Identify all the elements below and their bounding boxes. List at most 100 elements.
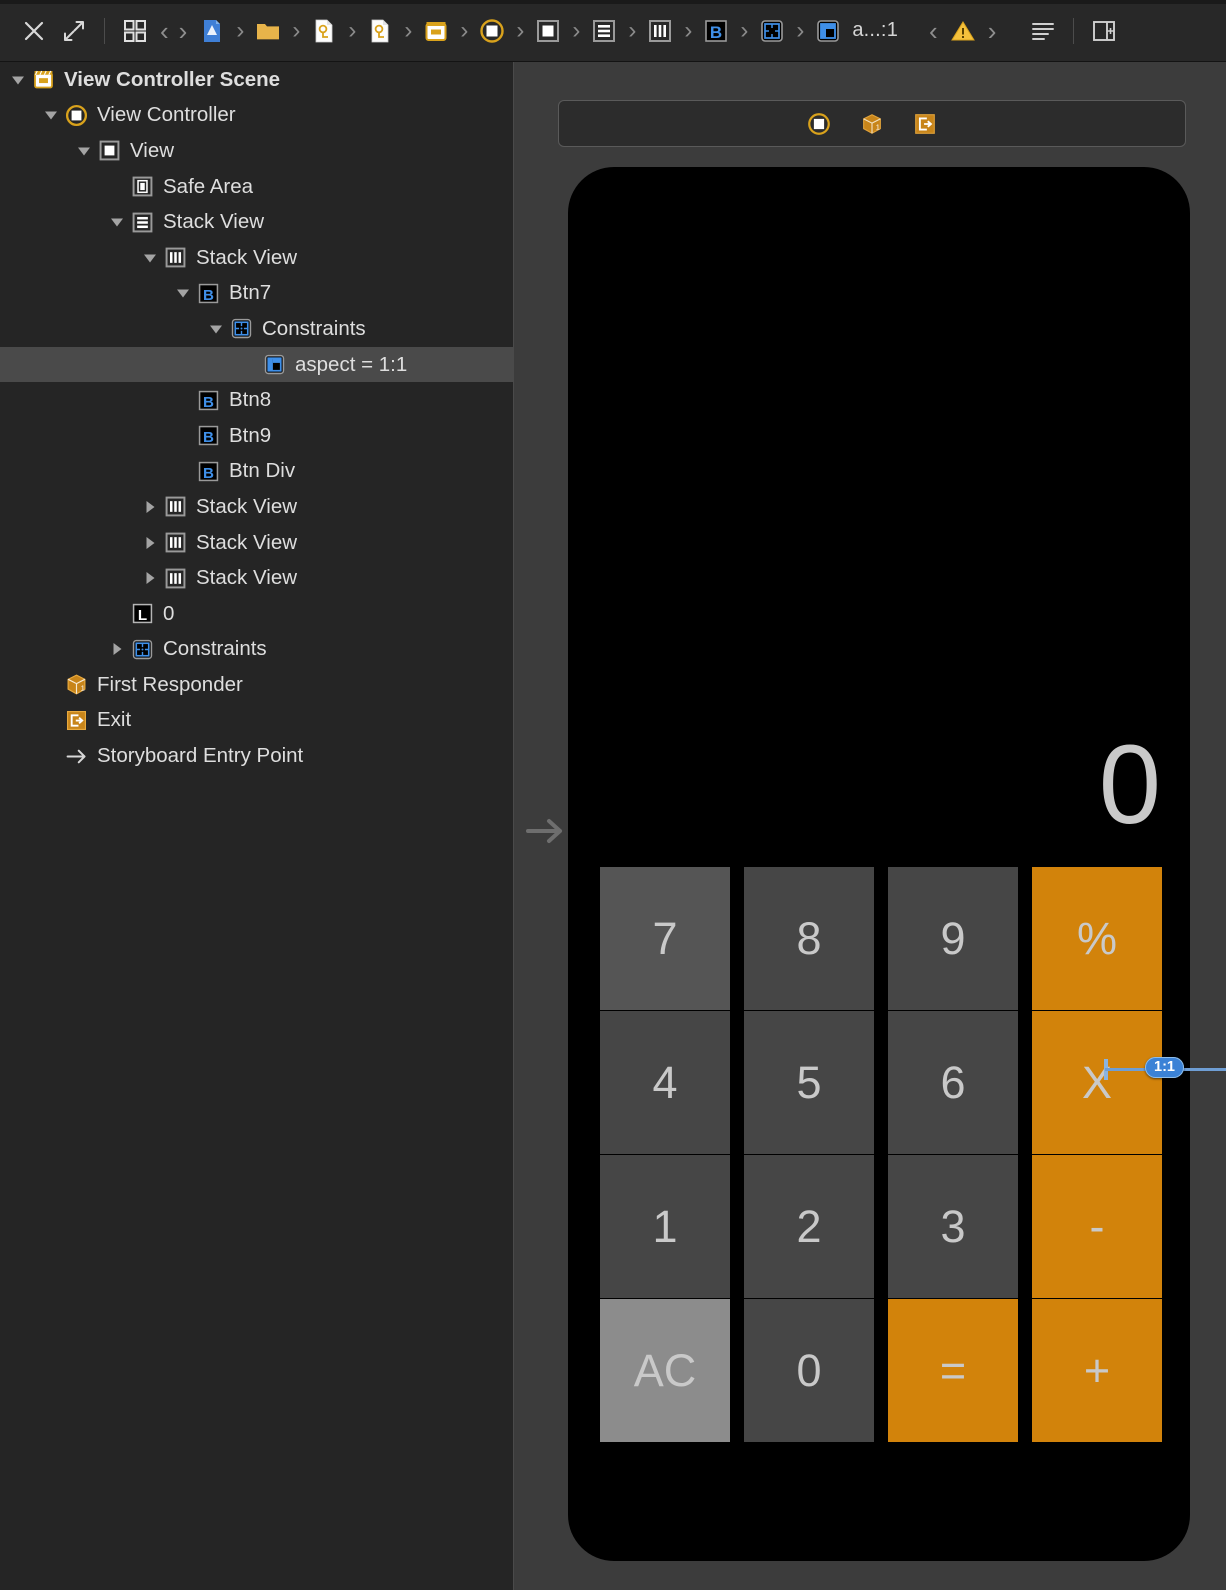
constraints-icon[interactable] — [752, 11, 792, 51]
button-icon: B — [196, 459, 221, 484]
disclosure-triangle-icon[interactable] — [140, 248, 160, 268]
outline-row[interactable]: Stack View — [0, 560, 513, 596]
outline-row[interactable]: View Controller Scene — [0, 62, 513, 98]
outline-row[interactable]: Safe Area — [0, 169, 513, 205]
calculator-key[interactable]: X — [1032, 1011, 1162, 1154]
disclosure-triangle-icon[interactable] — [41, 105, 61, 125]
issue-prev-button[interactable]: ‹ — [924, 18, 943, 44]
folder-icon[interactable] — [248, 11, 288, 51]
jump-bar-toolbar: ‹ › › › › › › › › › › B › › a...:1 ‹ › — [0, 0, 1226, 62]
device-preview[interactable]: 0 7 8 9% 4 5 6 X 1 2 3- AC 0 = + — [568, 167, 1190, 1561]
outline-row[interactable]: Stack View — [0, 489, 513, 525]
expand-icon[interactable] — [54, 11, 94, 51]
outline-row-label: aspect = 1:1 — [295, 352, 408, 376]
outline-row[interactable]: aspect = 1:1 — [0, 346, 513, 383]
calculator-key[interactable]: 7 — [600, 867, 730, 1010]
svg-text:B: B — [203, 287, 214, 304]
outline-row[interactable]: Constraints — [0, 632, 513, 668]
calculator-key[interactable]: = — [888, 1299, 1018, 1442]
outline-row-label: Stack View — [196, 245, 298, 269]
outline-row[interactable]: L0 — [0, 596, 513, 632]
outline-row[interactable]: Exit — [0, 703, 513, 739]
calculator-key[interactable]: AC — [600, 1299, 730, 1442]
storyboard-file-icon-2[interactable] — [360, 11, 400, 51]
outline-row[interactable]: View — [0, 133, 513, 169]
button-icon: B — [196, 423, 221, 448]
jump-bar-back-button[interactable]: ‹ — [155, 18, 174, 44]
view-icon[interactable] — [528, 11, 568, 51]
outline-row-label: View — [130, 138, 175, 162]
calculator-key[interactable]: 2 — [744, 1155, 874, 1298]
calculator-key[interactable]: - — [1032, 1155, 1162, 1298]
calculator-key[interactable]: 5 — [744, 1011, 874, 1154]
disclosure-triangle-icon[interactable] — [140, 533, 160, 553]
outline-row-label: Btn8 — [229, 388, 272, 412]
disclosure-triangle-icon[interactable] — [140, 497, 160, 517]
calculator-key[interactable]: 4 — [600, 1011, 730, 1154]
outline-row[interactable]: Stack View — [0, 525, 513, 561]
close-icon[interactable] — [14, 11, 54, 51]
exit-icon[interactable] — [912, 111, 938, 137]
disclosure-triangle-icon[interactable] — [107, 639, 127, 659]
scene-dock-bar[interactable]: 1 — [558, 100, 1186, 147]
stack-horizontal-icon — [163, 245, 188, 270]
constraints-icon — [229, 316, 254, 341]
outline-row-label: Btn9 — [229, 423, 272, 447]
stack-horizontal-icon — [163, 566, 188, 591]
calculator-key[interactable]: + — [1032, 1299, 1162, 1442]
view-controller-icon[interactable] — [472, 11, 512, 51]
scene-icon[interactable] — [416, 11, 456, 51]
keypad-row: 7 8 9% — [600, 867, 1162, 1010]
calculator-key[interactable]: 8 — [744, 867, 874, 1010]
disclosure-triangle-icon[interactable] — [74, 141, 94, 161]
disclosure-triangle-icon[interactable] — [107, 212, 127, 232]
svg-text:L: L — [138, 607, 147, 624]
safe-area-icon — [130, 174, 155, 199]
jump-bar-sep-10: › — [740, 16, 749, 44]
calculator-key[interactable]: % — [1032, 867, 1162, 1010]
jump-bar-sep-3: › — [348, 16, 357, 44]
calculator-key[interactable]: 0 — [744, 1299, 874, 1442]
outline-row-label: 0 — [163, 601, 175, 625]
document-outline-panel[interactable]: View Controller Scene View Controller View… — [0, 62, 513, 1590]
outline-row[interactable]: View Controller — [0, 98, 513, 134]
outline-row[interactable]: 1 First Responder — [0, 667, 513, 703]
button-icon[interactable]: B — [696, 11, 736, 51]
editor-options-icon[interactable] — [1023, 11, 1063, 51]
inspector-toggle-icon[interactable] — [1084, 11, 1124, 51]
view-controller-icon[interactable] — [806, 111, 832, 137]
outline-row[interactable]: B Btn Div — [0, 454, 513, 490]
interface-builder-canvas[interactable]: 1 0 7 8 9% 4 5 6 X 1 2 3- AC 0 = + 1:1 — [514, 62, 1226, 1590]
storyboard-file-icon[interactable] — [304, 11, 344, 51]
warning-triangle-icon[interactable] — [943, 11, 983, 51]
project-icon[interactable] — [192, 11, 232, 51]
jump-bar-current-item[interactable]: a...:1 — [852, 19, 898, 42]
aspect-constraint-icon[interactable] — [808, 11, 848, 51]
assistant-grid-icon[interactable] — [115, 11, 155, 51]
outline-row[interactable]: Storyboard Entry Point — [0, 738, 513, 774]
outline-row[interactable]: B Btn9 — [0, 418, 513, 454]
aspect-constraint-btn4-badge[interactable]: 1:1 — [1145, 1057, 1184, 1078]
outline-row-label: Safe Area — [163, 174, 254, 198]
outline-row[interactable]: B Btn8 — [0, 382, 513, 418]
disclosure-triangle-icon[interactable] — [8, 70, 28, 90]
outline-row[interactable]: B Btn7 — [0, 276, 513, 312]
issue-next-button[interactable]: › — [983, 18, 1002, 44]
outline-row[interactable]: Stack View — [0, 240, 513, 276]
disclosure-triangle-icon[interactable] — [140, 568, 160, 588]
stack-view-vertical-icon[interactable] — [584, 11, 624, 51]
calculator-keypad[interactable]: 7 8 9% 4 5 6 X 1 2 3- AC 0 = + — [600, 867, 1162, 1527]
disclosure-triangle-icon[interactable] — [206, 319, 226, 339]
outline-row[interactable]: Stack View — [0, 204, 513, 240]
toolbar-divider-2 — [1073, 17, 1075, 44]
jump-bar-forward-button[interactable]: › — [174, 18, 193, 44]
calculator-key[interactable]: 6 — [888, 1011, 1018, 1154]
disclosure-triangle-icon[interactable] — [173, 283, 193, 303]
calculator-key[interactable]: 3 — [888, 1155, 1018, 1298]
first-responder-icon[interactable]: 1 — [859, 111, 885, 137]
scene-icon — [31, 67, 56, 92]
outline-row[interactable]: Constraints — [0, 311, 513, 347]
stack-view-horizontal-icon[interactable] — [640, 11, 680, 51]
calculator-key[interactable]: 1 — [600, 1155, 730, 1298]
calculator-key[interactable]: 9 — [888, 867, 1018, 1010]
